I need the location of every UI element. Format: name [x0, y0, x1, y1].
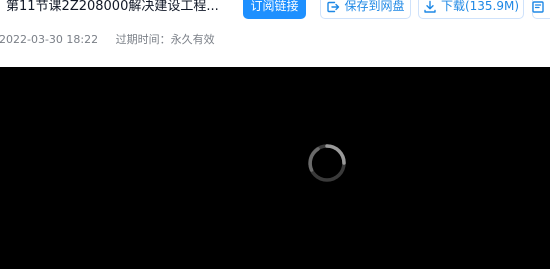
subscribe-label: 订阅链接: [250, 0, 299, 13]
save-to-drive-label: 保存到网盘: [344, 0, 405, 13]
loading-spinner-icon: [306, 142, 348, 184]
file-header: 第11节课2Z208000解决建设工程... 2022-03-30 18:22 …: [0, 0, 550, 67]
save-to-drive-button[interactable]: 保存到网盘: [320, 0, 411, 19]
download-button[interactable]: 下载(135.9M): [418, 0, 524, 19]
file-title: 第11节课2Z208000解决建设工程...: [6, 0, 219, 14]
more-actions-button[interactable]: [532, 0, 550, 19]
expiry-text: 过期时间：永久有效: [115, 33, 215, 46]
download-icon: [423, 0, 437, 14]
subscribe-button[interactable]: 订阅链接: [243, 0, 306, 19]
save-to-drive-icon: [326, 0, 340, 14]
document-icon: [531, 0, 545, 14]
download-label: 下载(135.9M): [440, 0, 520, 13]
page: 第11节课2Z208000解决建设工程... 2022-03-30 18:22 …: [0, 0, 550, 269]
upload-date: 2022-03-30 18:22: [0, 33, 99, 46]
video-player[interactable]: [0, 67, 550, 269]
file-meta: 2022-03-30 18:22 过期时间：永久有效: [0, 32, 215, 48]
